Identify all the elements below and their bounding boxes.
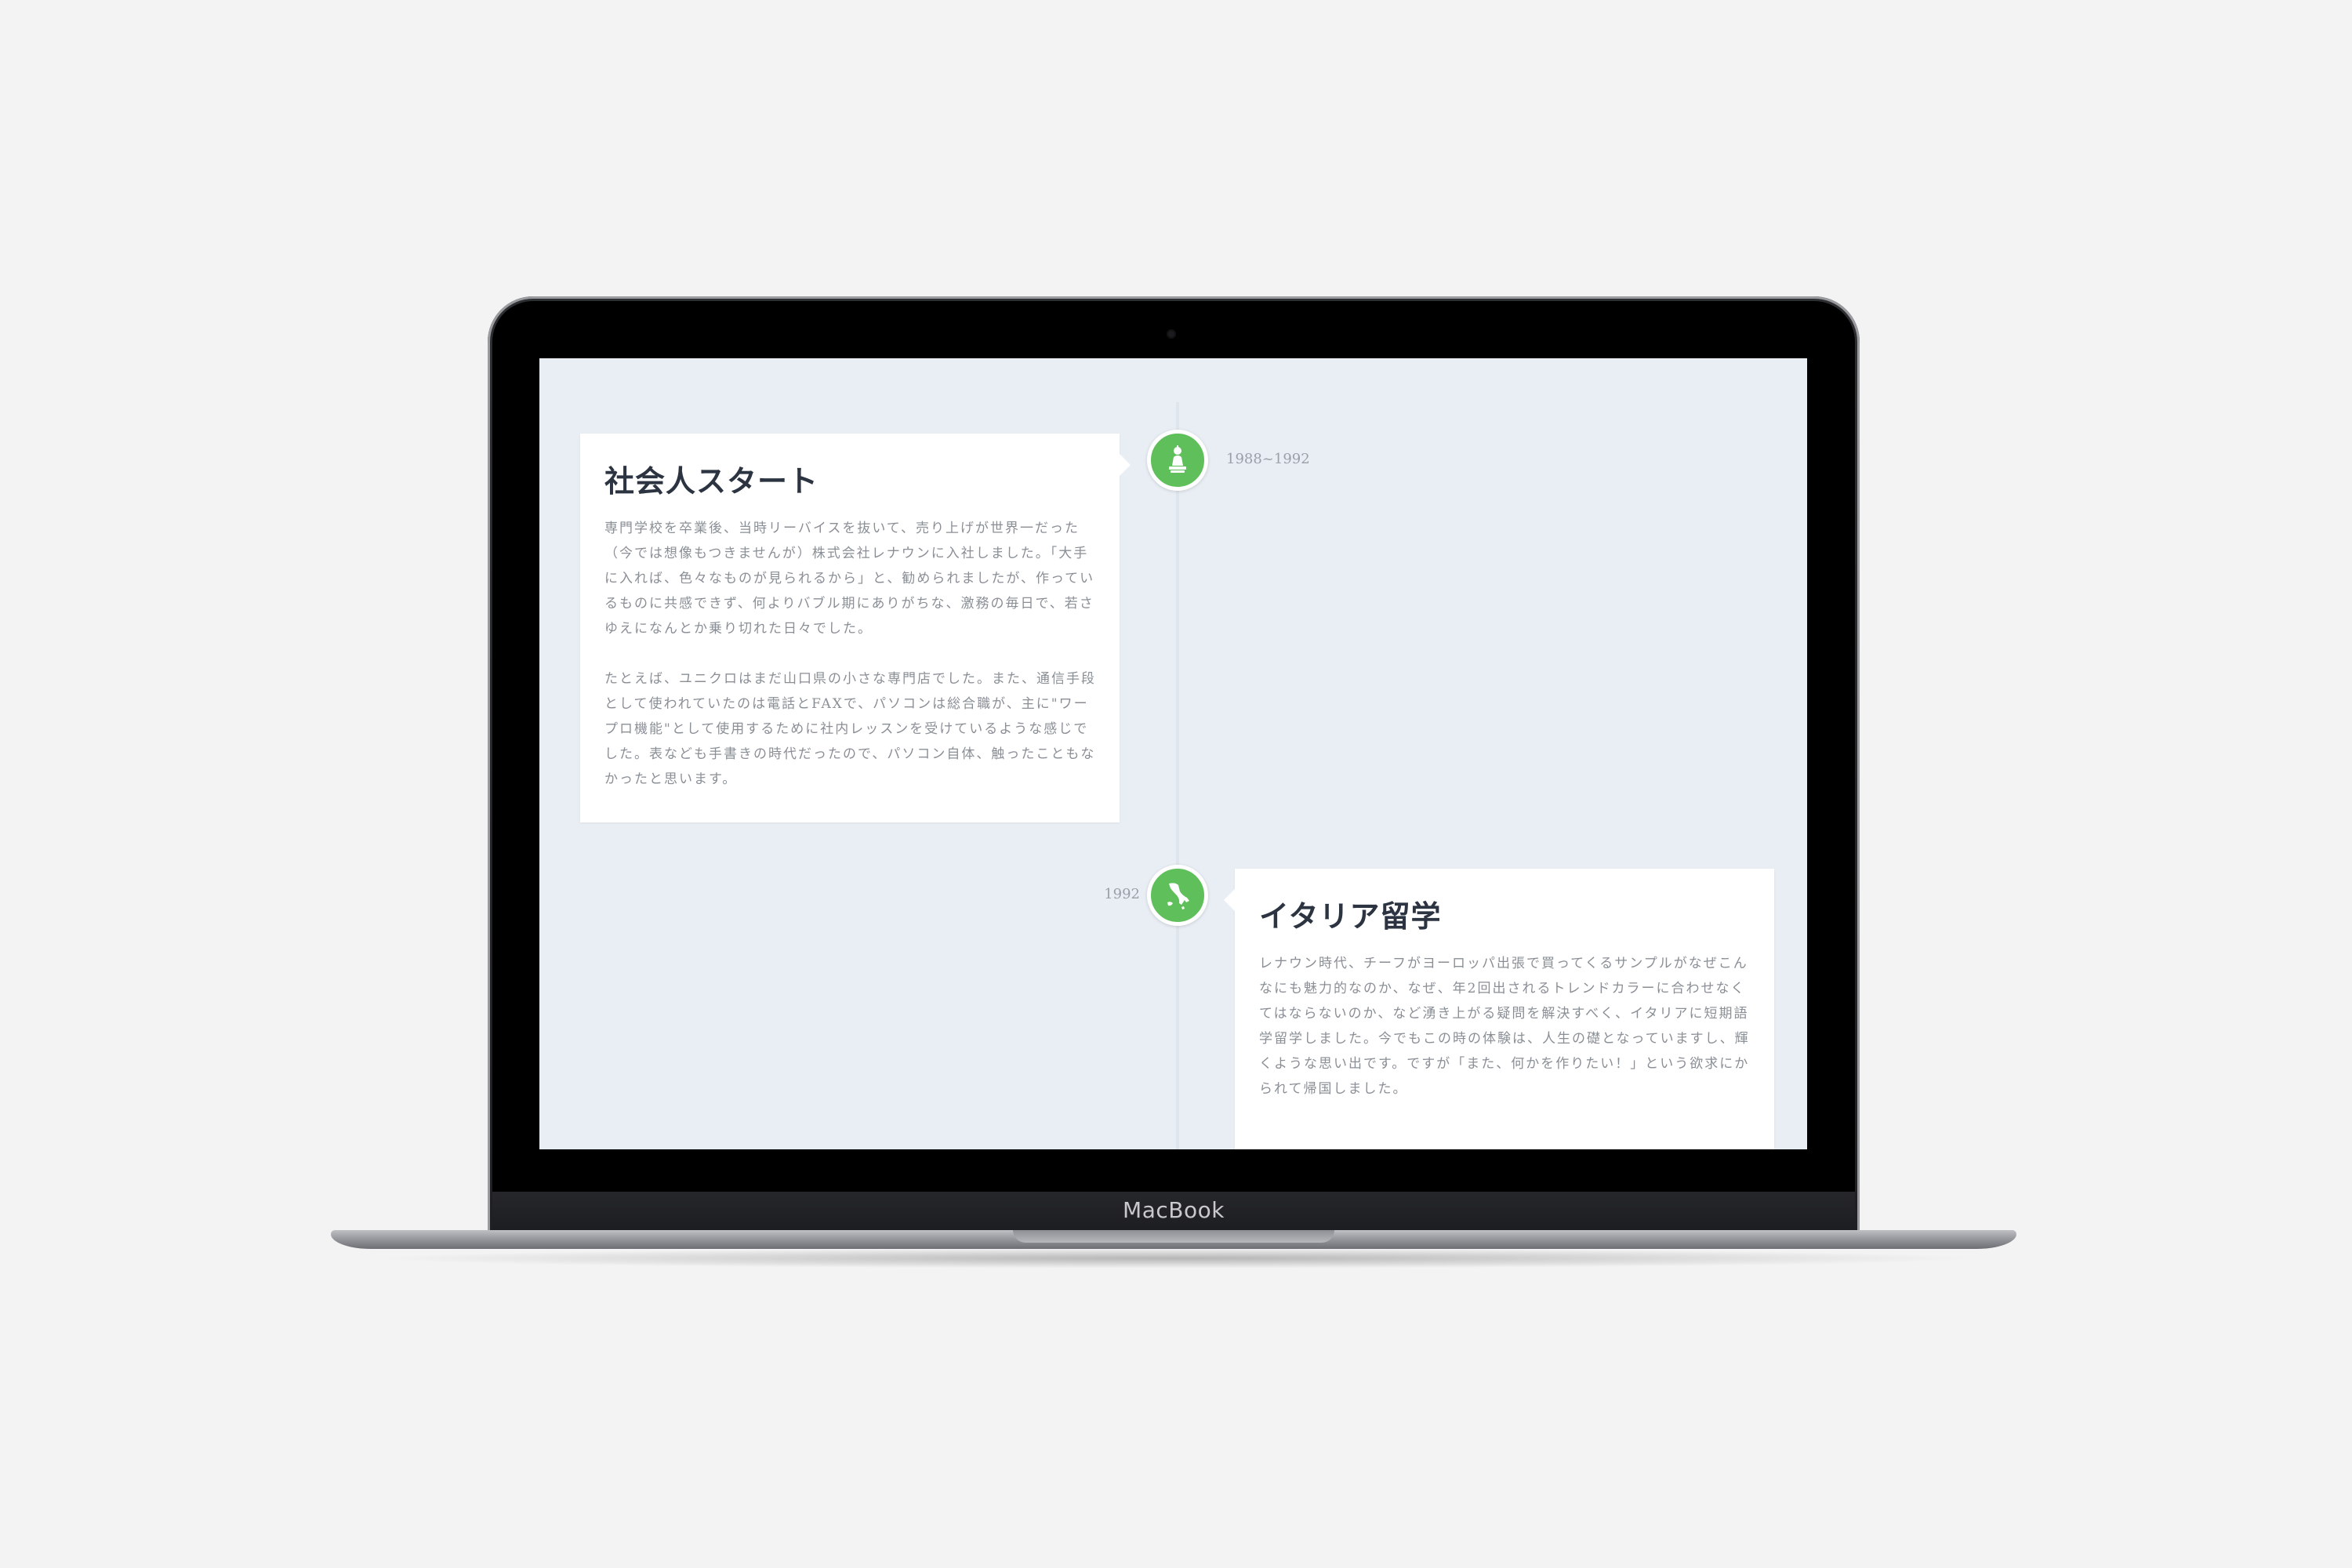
laptop-shadow bbox=[368, 1248, 1979, 1269]
person-statue-icon bbox=[1169, 445, 1186, 473]
camera-icon bbox=[1167, 329, 1176, 339]
timeline-entry-title: 社会人スタート bbox=[604, 464, 819, 499]
laptop-notch bbox=[1013, 1230, 1334, 1243]
timeline-date: 1988~1992 bbox=[1226, 451, 1310, 467]
device-brand-label: MacBook bbox=[1123, 1197, 1225, 1223]
timeline-line bbox=[1176, 402, 1179, 1149]
timeline-entry-title: イタリア留学 bbox=[1259, 899, 1442, 934]
timeline-card-1: 社会人スタート 専門学校を卒業後、当時リーバイスを抜いて、売り上げが世界一だった… bbox=[580, 434, 1131, 822]
timeline-node-1 bbox=[1147, 430, 1208, 491]
screen: 社会人スタート 専門学校を卒業後、当時リーバイスを抜いて、売り上げが世界一だった… bbox=[539, 358, 1807, 1149]
timeline-card-2: イタリア留学 レナウン時代、チーフがヨーロッパ出張で買ってくるサンプルがなぜこん… bbox=[1224, 869, 1774, 1149]
timeline-entry-paragraph: レナウン時代、チーフがヨーロッパ出張で買ってくるサンプルがなぜこんなにも魅力的な… bbox=[1259, 956, 1750, 1097]
timeline-entry-paragraph: 専門学校を卒業後、当時リーバイスを抜いて、売り上げが世界一だった（今では想像もつ… bbox=[604, 521, 1095, 637]
timeline-date: 1992 bbox=[1104, 886, 1140, 902]
italy-map-icon bbox=[1167, 883, 1189, 909]
timeline-node-2 bbox=[1147, 865, 1208, 926]
timeline-entry-paragraph: たとえば、ユニクロはまだ山口県の小さな専門店でした。また、通信手段として使われて… bbox=[604, 671, 1096, 787]
